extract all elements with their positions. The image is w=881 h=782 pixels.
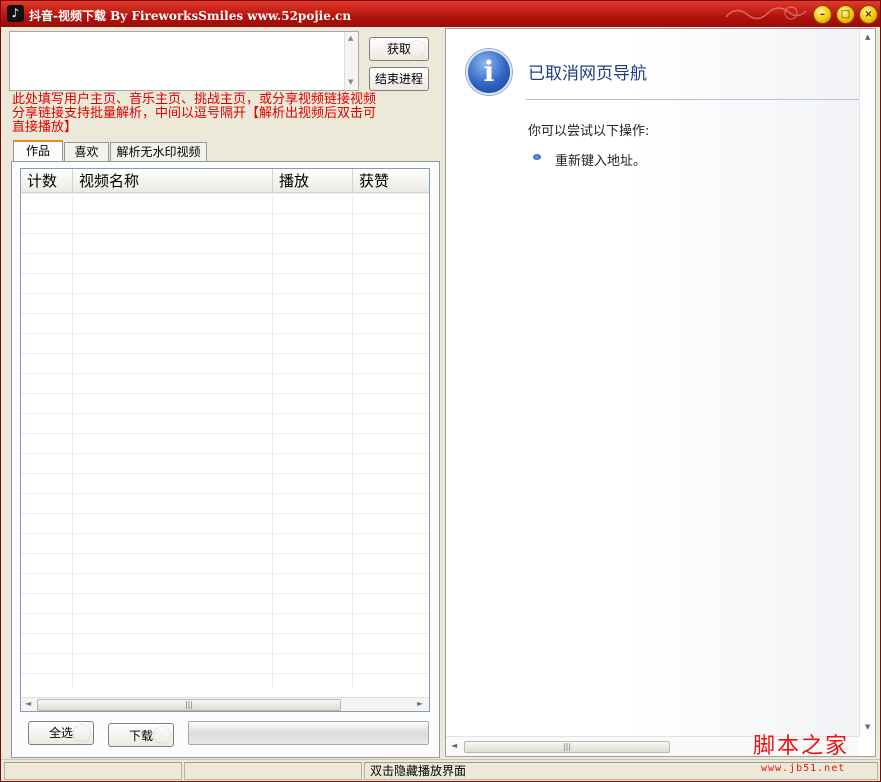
input-hint-text: 此处填写用户主页、音乐主页、挑战主页，或分享视频链接视频分享链接支持批量解析，中… xyxy=(12,92,377,135)
tab-likes[interactable]: 喜欢 xyxy=(64,142,109,162)
scroll-up-icon[interactable]: ▲ xyxy=(348,34,353,42)
swirl-icon xyxy=(73,724,91,742)
nav-suggestion-heading: 你可以尝试以下操作: xyxy=(528,124,650,139)
title-bar[interactable]: ♪ 抖音-视频下载 By FireworksSmiles www.52pojie… xyxy=(1,1,880,27)
url-input-scrollbar[interactable]: ▲ ▼ xyxy=(344,32,358,90)
maximize-icon: □ xyxy=(840,9,851,20)
status-cell-2 xyxy=(184,762,362,780)
nav-cancelled-title: 已取消网页导航 xyxy=(528,64,647,84)
column-header-count[interactable]: 计数 xyxy=(21,169,73,193)
info-icon: i xyxy=(466,49,512,95)
download-progress-bar xyxy=(188,721,429,745)
status-cell-1 xyxy=(4,762,182,780)
column-header-likes[interactable]: 获赞 xyxy=(353,169,429,193)
tab-works[interactable]: 作品 xyxy=(13,140,63,162)
browser-content: i 已取消网页导航 你可以尝试以下操作: 重新键入地址。 xyxy=(446,29,859,736)
url-input[interactable]: ▲ ▼ xyxy=(9,31,359,91)
browser-vertical-scrollbar[interactable]: ▲ ▼ xyxy=(859,29,875,736)
scroll-left-icon[interactable]: ◄ xyxy=(451,741,457,750)
table-header: 计数 视频名称 播放 获赞 xyxy=(21,169,429,193)
download-button[interactable]: 下载 xyxy=(108,723,174,747)
close-icon: × xyxy=(864,9,873,20)
window-title: 抖音-视频下载 By FireworksSmiles www.52pojie.c… xyxy=(29,9,352,23)
stop-button-label: 结束进程 xyxy=(374,72,423,86)
watermark-url: www.jb51.net xyxy=(761,763,846,774)
scroll-down-icon[interactable]: ▼ xyxy=(865,723,870,731)
minimize-button[interactable]: – xyxy=(813,5,832,24)
column-header-plays[interactable]: 播放 xyxy=(273,169,353,193)
minimize-icon: – xyxy=(820,9,825,20)
scroll-up-icon[interactable]: ▲ xyxy=(865,33,870,41)
video-list-table[interactable]: 计数 视频名称 播放 获赞 ◄ ||| ► xyxy=(20,168,430,712)
stop-process-button[interactable]: 结束进程 xyxy=(369,67,429,91)
scroll-down-icon[interactable]: ▼ xyxy=(348,78,353,86)
fetch-button[interactable]: 获取 xyxy=(369,37,429,61)
select-all-button[interactable]: 全选 xyxy=(28,721,94,745)
close-button[interactable]: × xyxy=(859,5,878,24)
tab-parse-no-watermark[interactable]: 解析无水印视频 xyxy=(110,142,207,162)
tab-panel: 计数 视频名称 播放 获赞 ◄ ||| ► 全选 下载 xyxy=(11,161,440,758)
main-window: ♪ 抖音-视频下载 By FireworksSmiles www.52pojie… xyxy=(0,0,881,782)
column-header-video-name[interactable]: 视频名称 xyxy=(73,169,273,193)
table-horizontal-scrollbar[interactable]: ◄ ||| ► xyxy=(21,697,429,711)
divider xyxy=(526,99,859,100)
swirl-icon xyxy=(153,726,171,744)
scroll-thumb[interactable]: ||| xyxy=(464,741,670,753)
left-panel: ▲ ▼ 获取 结束进程 此处填写用户主页、音乐主页、挑战主页，或分享视频链接视频… xyxy=(3,28,440,758)
swirl-icon xyxy=(408,40,426,58)
scroll-thumb[interactable]: ||| xyxy=(37,699,341,711)
select-all-label: 全选 xyxy=(48,726,73,740)
table-body[interactable] xyxy=(21,193,429,687)
bullet-icon xyxy=(533,154,541,160)
browser-panel: i 已取消网页导航 你可以尝试以下操作: 重新键入地址。 ▲ ▼ ◄ ||| xyxy=(445,28,876,757)
download-label: 下载 xyxy=(128,729,153,743)
scroll-left-icon[interactable]: ◄ xyxy=(25,699,31,708)
retype-address-item: 重新键入地址。 xyxy=(555,154,647,169)
scroll-right-icon[interactable]: ► xyxy=(417,699,423,708)
status-bar: 双击隐藏播放界面 xyxy=(1,759,880,781)
watermark-logo: 脚本之家 xyxy=(753,734,850,759)
cloud-swirl-decoration xyxy=(725,6,807,20)
tiktok-note-icon: ♪ xyxy=(7,5,24,22)
maximize-button[interactable]: □ xyxy=(836,5,855,24)
